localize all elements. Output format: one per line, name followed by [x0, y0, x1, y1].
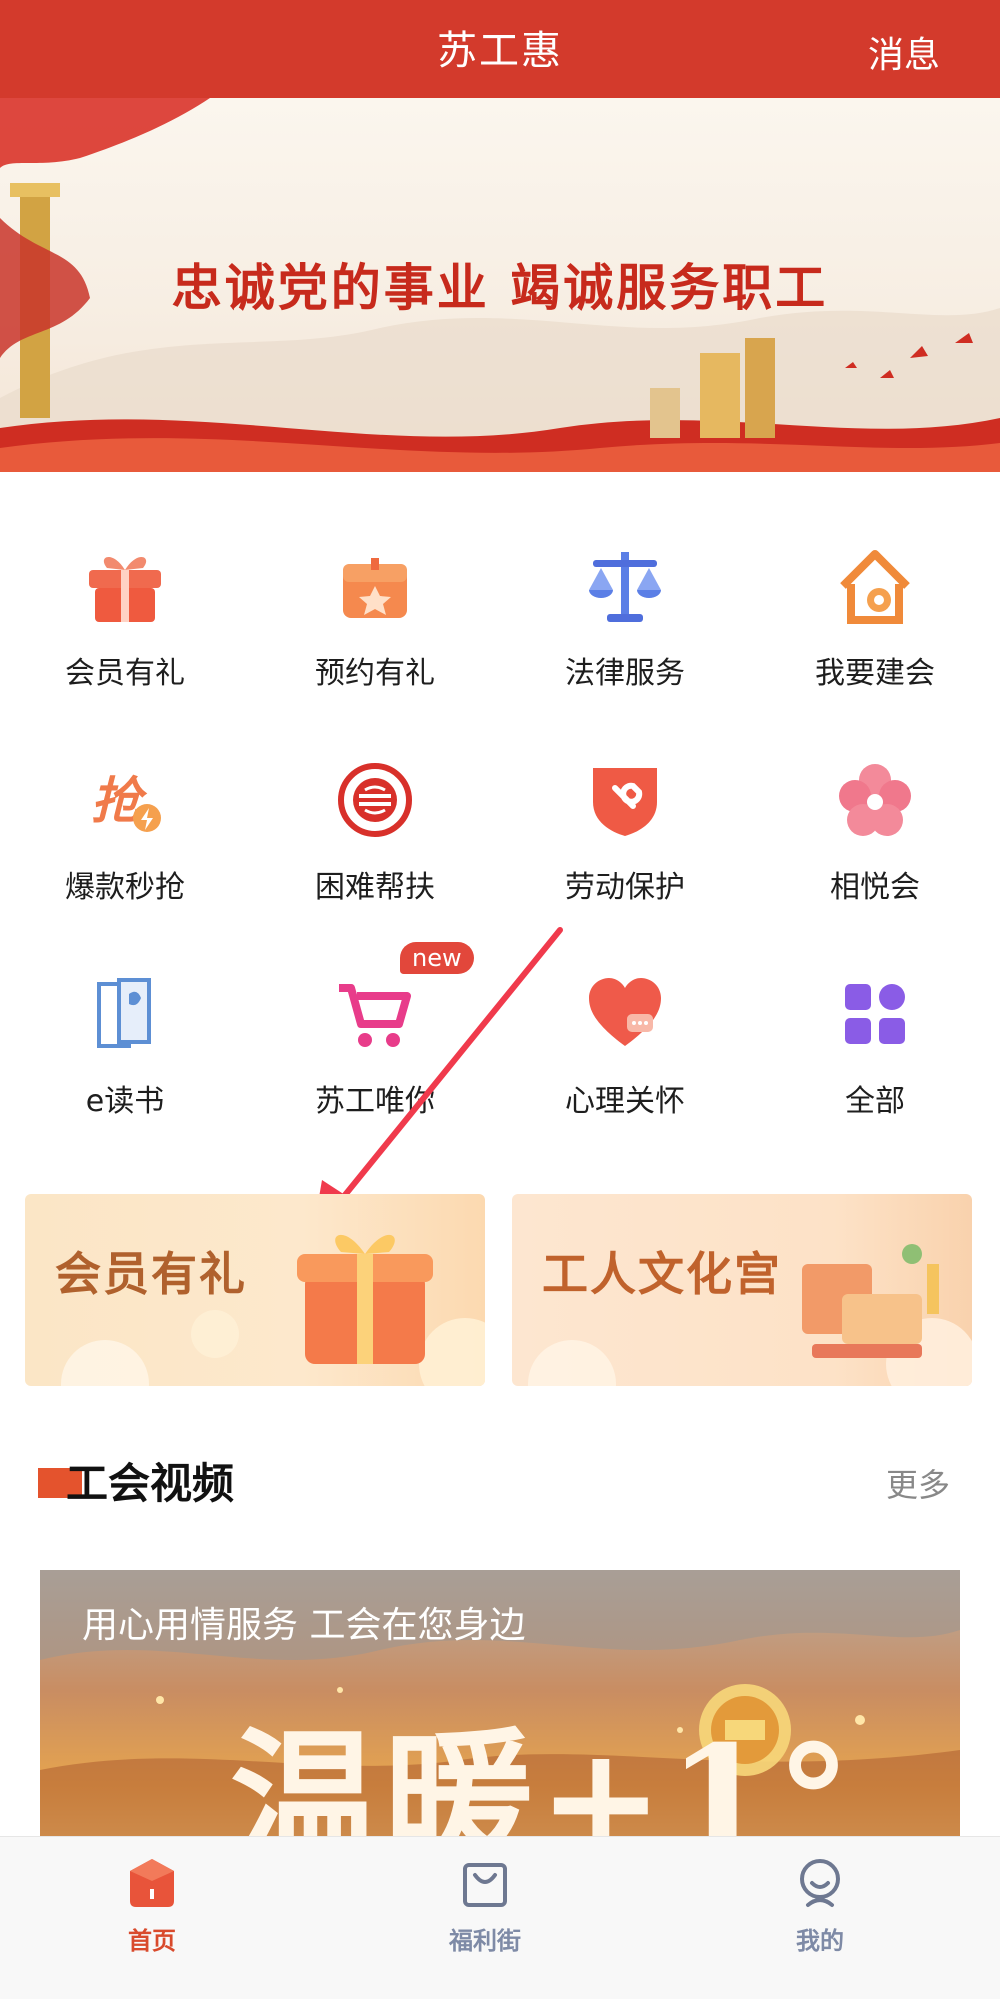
- video-caption: 用心用情服务 工会在您身边: [82, 1605, 526, 1646]
- tab-label: 福利街: [449, 1927, 521, 1955]
- grid-item-all[interactable]: 全部: [750, 948, 1000, 1148]
- banner-slogan: 忠诚党的事业 竭诚服务职工: [171, 259, 829, 317]
- grid-item-xiangyue-club[interactable]: 相悦会: [750, 734, 1000, 934]
- grid-item-label: 法律服务: [565, 656, 685, 691]
- grid-item-build-union[interactable]: 我要建会: [750, 520, 1000, 720]
- more-link[interactable]: 更多: [886, 1460, 950, 1506]
- book-icon: [97, 978, 151, 1048]
- hero-banner[interactable]: 忠诚党的事业 竭诚服务职工: [0, 98, 1000, 472]
- grid-item-flash-sale[interactable]: 抢 爆款秒抢: [0, 734, 250, 934]
- house-gear-icon: [840, 550, 910, 624]
- grid-item-label: e读书: [85, 1084, 165, 1119]
- grid-item-mental-care[interactable]: 心理关怀: [500, 948, 750, 1148]
- grid-item-member-gift[interactable]: 会员有礼: [0, 520, 250, 720]
- app-title: 苏工惠: [437, 28, 563, 74]
- grid-item-sugong-weini[interactable]: new 苏工唯你: [250, 942, 500, 1148]
- grid-item-hardship-aid[interactable]: 困难帮扶: [250, 734, 500, 934]
- grid-item-e-reading[interactable]: e读书: [0, 948, 250, 1148]
- heart-chat-icon: [589, 978, 661, 1046]
- tab-label: 首页: [128, 1927, 176, 1955]
- bottom-tab-bar: 首页 福利街 我的: [0, 1836, 1000, 1999]
- grid-item-labor-protection[interactable]: 劳动保护: [500, 734, 750, 934]
- grid-item-legal-service[interactable]: 法律服务: [500, 520, 750, 720]
- grid-item-label: 困难帮扶: [315, 870, 435, 905]
- flower-heart-icon: [839, 764, 911, 836]
- promo-card-workers-culture-palace[interactable]: 工人文化宫: [512, 1194, 972, 1386]
- promo-card-member-gift[interactable]: 会员有礼: [25, 1194, 485, 1386]
- profile-icon: [800, 1859, 840, 1907]
- grid-item-booking-gift[interactable]: 预约有礼: [250, 520, 500, 720]
- grid-item-label: 劳动保护: [565, 870, 685, 905]
- flash-grab-icon: 抢: [91, 772, 161, 832]
- shopping-bag-icon: [463, 1863, 507, 1907]
- top-nav-bar: 苏工惠 消息: [0, 0, 1000, 98]
- culture-palace-illustration: [528, 1244, 972, 1386]
- new-badge: new: [400, 942, 474, 974]
- grid-item-label: 我要建会: [815, 656, 935, 691]
- tab-profile[interactable]: 我的: [720, 1855, 920, 1956]
- grid-item-label: 全部: [845, 1084, 905, 1119]
- shield-wrench-icon: [593, 768, 657, 836]
- cart-icon: [339, 984, 411, 1047]
- grid-item-label: 相悦会: [830, 870, 920, 905]
- grid-item-label: 爆款秒抢: [65, 870, 185, 905]
- tab-label: 我的: [796, 1927, 844, 1955]
- tab-home[interactable]: 首页: [52, 1855, 252, 1956]
- gift-icon: [89, 556, 161, 622]
- grid-item-label: 苏工唯你: [315, 1084, 435, 1119]
- grid-item-label: 预约有礼: [315, 656, 435, 691]
- video-headline: 温暖+1°: [230, 1713, 856, 1840]
- union-badge-icon: [338, 763, 412, 837]
- gift-box-illustration: [61, 1234, 485, 1386]
- scales-icon: [589, 552, 661, 622]
- grid-item-label: 会员有礼: [65, 656, 185, 691]
- video-card[interactable]: 用心用情服务 工会在您身边 温暖+1°: [40, 1570, 960, 1840]
- gift-box-icon: [343, 558, 407, 618]
- messages-button[interactable]: 消息: [868, 26, 940, 78]
- tab-welfare-street[interactable]: 福利街: [385, 1855, 585, 1956]
- grid-icon: [845, 984, 905, 1044]
- section-title-text: 工会视频: [66, 1459, 235, 1508]
- home-icon: [130, 1859, 174, 1907]
- grid-item-label: 心理关怀: [565, 1084, 685, 1119]
